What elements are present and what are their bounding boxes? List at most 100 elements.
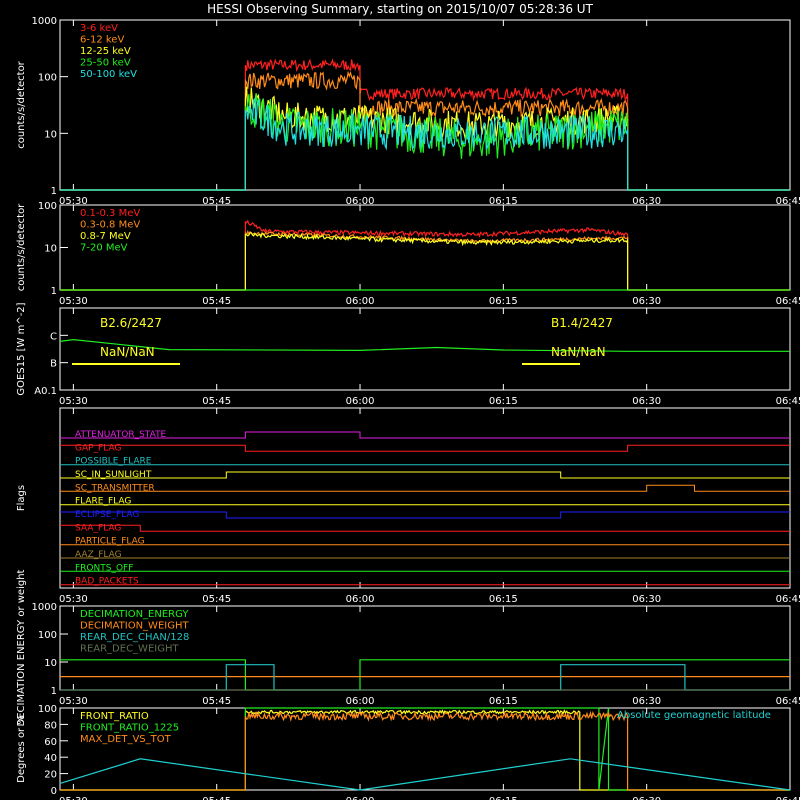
chart-title: HESSI Observing Summary, starting on 201… [207, 2, 593, 16]
panel-frame [59, 204, 791, 291]
y-axis-label: GOES15 [W m^-2] [16, 302, 27, 395]
legend-entry: 25-50 keV [80, 58, 131, 69]
flag-label: FRONTS_OFF [75, 563, 133, 573]
y-tick-label: 80 [44, 720, 57, 731]
x-tick-label: 06:15 [489, 696, 518, 707]
panel-goes: 05:3005:4506:0006:1506:3006:4507:00CBA0.… [16, 302, 800, 407]
flag-line [60, 511, 790, 519]
y-tick-label: C [50, 331, 57, 342]
y-axis-label: counts/s/detector [16, 60, 27, 148]
y-tick-label: 40 [44, 753, 57, 764]
series-0-3-0-8-mev [60, 230, 790, 291]
flag-label: SC_TRANSMITTER [75, 483, 155, 493]
x-tick-label: 06:45 [776, 696, 800, 707]
x-tick-label: 05:45 [202, 396, 231, 407]
x-tick-label: 06:30 [632, 796, 661, 800]
x-tick-label: 06:15 [489, 796, 518, 800]
panel-decimation: 05:3005:4506:0006:1506:3006:4507:0011010… [16, 569, 800, 726]
panel-ratio: 05:3005:4506:0006:1506:3006:4507:0002040… [16, 704, 800, 800]
legend-entry: MAX_DET_VS_TOT [80, 734, 172, 745]
legend-entry: 0.8-7 MeV [80, 231, 131, 242]
series-absolute-geomagnetic-latitude [59, 758, 791, 791]
y-tick-label: 10 [44, 129, 57, 140]
y-tick-label: 20 [44, 770, 57, 781]
legend-entry: DECIMATION_ENERGY [80, 609, 189, 620]
y-tick-label: 1 [51, 186, 57, 197]
legend-entry: 7-20 MeV [80, 243, 128, 254]
legend-entry: 0.3-0.8 MeV [80, 220, 140, 231]
y-tick-label: 100 [38, 201, 57, 212]
x-tick-label: 06:30 [632, 696, 661, 707]
panel-flags: 05:3005:4506:0006:1506:3006:4507:00Flags… [16, 407, 800, 605]
flag-line [60, 444, 790, 452]
y-axis-label: DECIMATION ENERGY or weight [16, 569, 27, 726]
x-tick-label: 05:45 [202, 696, 231, 707]
y-tick-label: 1000 [32, 16, 57, 27]
x-tick-label: 06:15 [489, 296, 518, 307]
legend-entry: Absolute geomagnetic latitude [617, 710, 771, 721]
series-50-100-kev [60, 96, 790, 191]
x-tick-label: 05:30 [59, 296, 88, 307]
y-tick-label: 100 [38, 704, 57, 715]
series-0-8-7-mev [60, 231, 790, 291]
hessi-summary-plot: HESSI Observing Summary, starting on 201… [16, 2, 800, 800]
x-tick-label: 06:45 [776, 796, 800, 800]
flag-line [60, 524, 790, 532]
goes-annotation: NaN/NaN [100, 345, 155, 359]
x-tick-label: 06:00 [346, 796, 375, 800]
legend-entry: REAR_DEC_WEIGHT [80, 644, 179, 655]
y-axis-label: Degrees or % [16, 715, 27, 783]
legend-entry: DECIMATION_WEIGHT [80, 621, 189, 632]
legend-entry: 12-25 keV [80, 46, 131, 57]
x-tick-label: 06:15 [489, 396, 518, 407]
y-tick-label: 60 [44, 737, 57, 748]
x-tick-label: 05:45 [202, 296, 231, 307]
x-tick-label: 06:00 [346, 396, 375, 407]
y-axis-label: Flags [16, 485, 27, 511]
x-tick-label: 05:30 [59, 594, 88, 605]
x-tick-label: 06:30 [632, 594, 661, 605]
x-tick-label: 05:30 [59, 796, 88, 800]
x-tick-label: 06:30 [632, 296, 661, 307]
series-0-1-0-3-mev [60, 219, 790, 291]
x-tick-label: 06:45 [776, 296, 800, 307]
x-tick-label: 06:00 [346, 696, 375, 707]
y-tick-label: 10 [44, 658, 57, 669]
x-tick-label: 06:45 [776, 396, 800, 407]
y-tick-label: B [50, 359, 57, 370]
legend-entry: 50-100 keV [80, 69, 137, 80]
panel-frame [59, 307, 791, 391]
goes-annotation: B1.4/2427 [551, 316, 613, 330]
panel-frame [59, 407, 791, 589]
legend-entry: 6-12 keV [80, 35, 124, 46]
series-rear-dec-chan-128 [60, 664, 790, 691]
y-tick-label: 1 [51, 686, 57, 697]
x-tick-label: 05:45 [202, 594, 231, 605]
x-tick-label: 06:15 [489, 594, 518, 605]
y-tick-label: A0.1 [34, 386, 57, 397]
panel-gamma: 05:3005:4506:0006:1506:3006:4507:0011010… [16, 201, 800, 307]
x-tick-label: 05:30 [59, 696, 88, 707]
legend-entry: 3-6 keV [80, 23, 118, 34]
legend-entry: REAR_DEC_CHAN/128 [80, 632, 189, 643]
y-tick-label: 10 [44, 244, 57, 255]
x-tick-label: 05:30 [59, 396, 88, 407]
panel-xray: 05:3005:4506:0006:1506:3006:4507:0011010… [16, 16, 800, 207]
flag-line [60, 484, 790, 492]
y-tick-label: 100 [38, 73, 57, 84]
x-tick-label: 06:45 [776, 594, 800, 605]
goes-annotation: B2.6/2427 [100, 316, 162, 330]
legend-entry: 0.1-0.3 MeV [80, 208, 140, 219]
goes-annotation: NaN/NaN [551, 345, 606, 359]
y-tick-label: 0 [51, 786, 57, 797]
flag-line [60, 431, 790, 439]
x-tick-label: 06:00 [346, 296, 375, 307]
x-tick-label: 05:45 [202, 796, 231, 800]
flag-line [60, 471, 790, 479]
y-axis-label: counts/s/detector [16, 203, 27, 291]
y-tick-label: 1000 [32, 602, 57, 613]
legend-entry: FRONT_RATIO_1225 [80, 723, 179, 734]
x-tick-label: 06:00 [346, 594, 375, 605]
y-tick-label: 100 [38, 630, 57, 641]
legend-entry: FRONT_RATIO [80, 711, 149, 722]
